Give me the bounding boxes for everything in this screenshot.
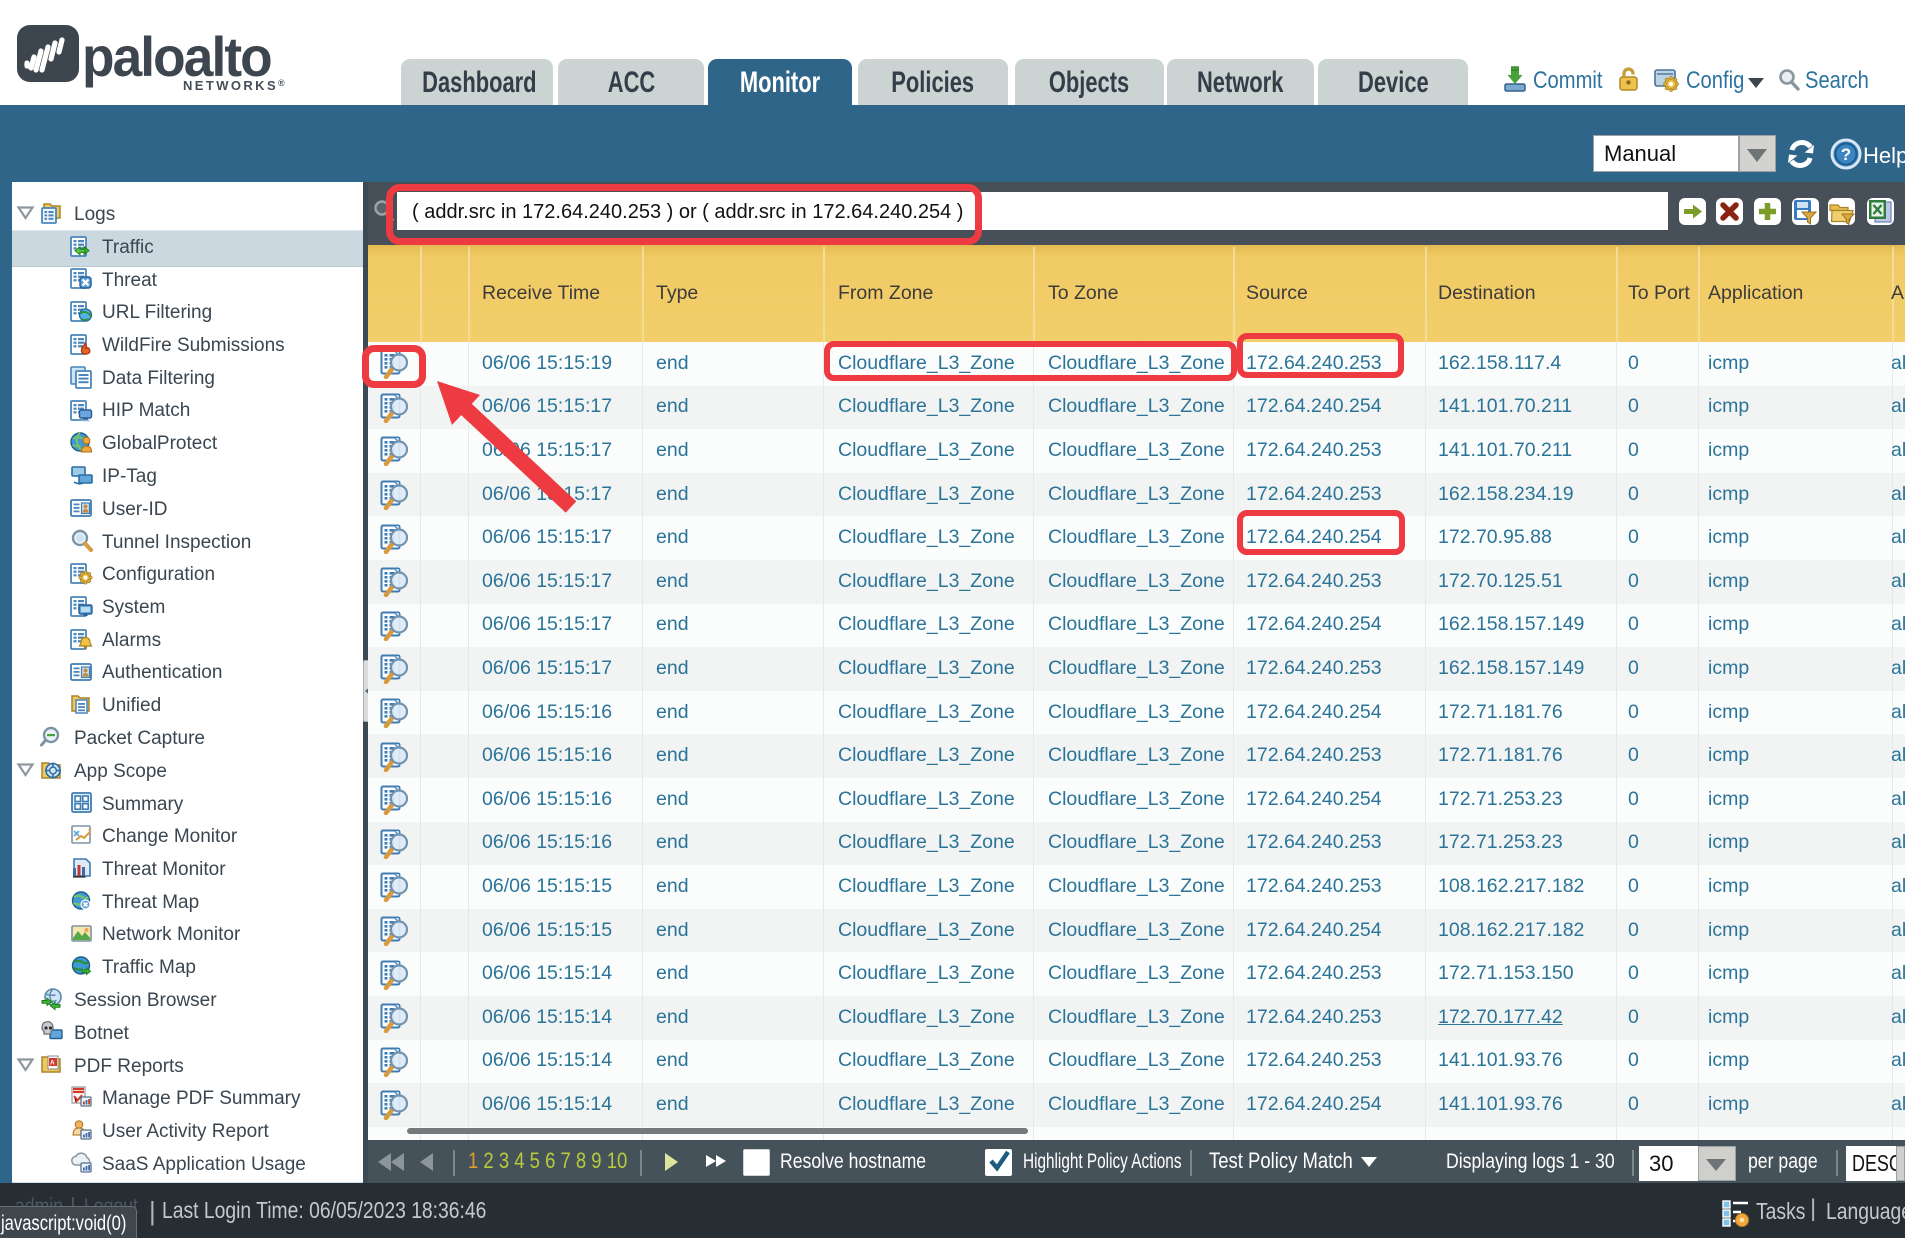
svg-text:A: A bbox=[50, 1060, 55, 1067]
svg-text:?: ? bbox=[1841, 145, 1851, 164]
